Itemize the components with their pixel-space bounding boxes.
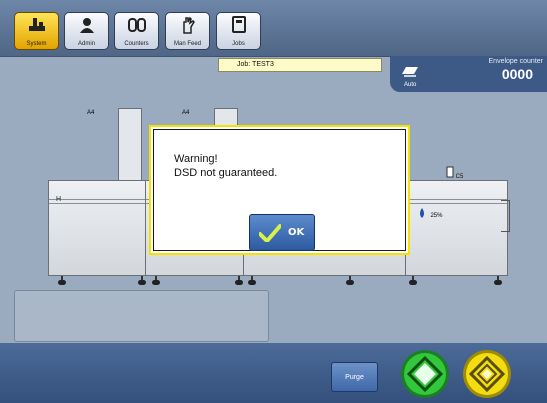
wheel xyxy=(346,276,354,285)
envelope-counter-value: 0000 xyxy=(501,66,533,82)
system-button[interactable]: System xyxy=(14,12,59,50)
wheel xyxy=(58,276,66,285)
admin-label: Admin xyxy=(77,41,95,47)
continuous-start-button[interactable] xyxy=(462,349,512,399)
man-feed-label: Man Feed xyxy=(173,41,201,47)
purge-button[interactable]: Purge xyxy=(331,362,378,392)
dialog-frame: Warning! DSD not guaranteed. OK xyxy=(153,129,406,251)
ink-drop-icon xyxy=(420,207,424,218)
wheel xyxy=(152,276,160,285)
ink-level: 25% xyxy=(430,213,443,219)
jobs-label: Jobs xyxy=(232,41,245,47)
man-feed-button[interactable]: Man Feed xyxy=(165,12,210,50)
counters-label: Counters xyxy=(124,41,149,47)
start-button[interactable] xyxy=(400,349,450,399)
warning-dialog: Warning! DSD not guaranteed. OK xyxy=(149,125,410,255)
ink-indicator: 25% xyxy=(418,204,442,222)
admin-icon xyxy=(79,18,94,33)
dialog-message: DSD not guaranteed. xyxy=(174,167,278,179)
wheel xyxy=(138,276,146,285)
wheel xyxy=(248,276,256,285)
envelope-counter-panel: Envelope counter 0000 Auto xyxy=(390,56,547,92)
feeder-2-paper: A4 xyxy=(182,110,190,116)
envelope-auto-icon xyxy=(402,67,418,77)
check-icon xyxy=(259,224,281,242)
envelope-size: C5 xyxy=(455,174,464,180)
output-tray xyxy=(501,200,510,232)
envelope-icon xyxy=(446,166,454,178)
feeder-2-paper-label: A4 xyxy=(182,110,189,116)
wheel xyxy=(494,276,502,285)
job-name-field: Job: TEST3 xyxy=(218,58,382,72)
envelope-size-label: C5 xyxy=(446,166,463,180)
dialog-title: Warning! xyxy=(174,153,218,165)
system-label: System xyxy=(26,41,47,47)
wheel xyxy=(409,276,417,285)
system-icon xyxy=(28,18,45,31)
message-panel xyxy=(14,290,269,342)
section-h-label: H xyxy=(56,196,62,203)
jobs-button[interactable]: Jobs xyxy=(216,12,261,50)
ok-label: OK xyxy=(288,227,305,238)
feeder-1-paper-label: A4 xyxy=(87,110,94,116)
counters-button[interactable]: Counters xyxy=(114,12,159,50)
feeder-1-paper: A4 xyxy=(87,110,95,116)
ok-button[interactable]: OK xyxy=(249,214,315,251)
envelope-mode-label: Auto xyxy=(404,82,417,88)
jobs-icon xyxy=(231,16,246,33)
hand-icon xyxy=(182,16,195,34)
wheel xyxy=(235,276,243,285)
envelope-counter-label: Envelope counter xyxy=(488,58,543,65)
top-toolbar: System Admin Counters Man Feed Jobs xyxy=(0,0,547,57)
counters-icon xyxy=(127,18,146,32)
admin-button[interactable]: Admin xyxy=(64,12,109,50)
